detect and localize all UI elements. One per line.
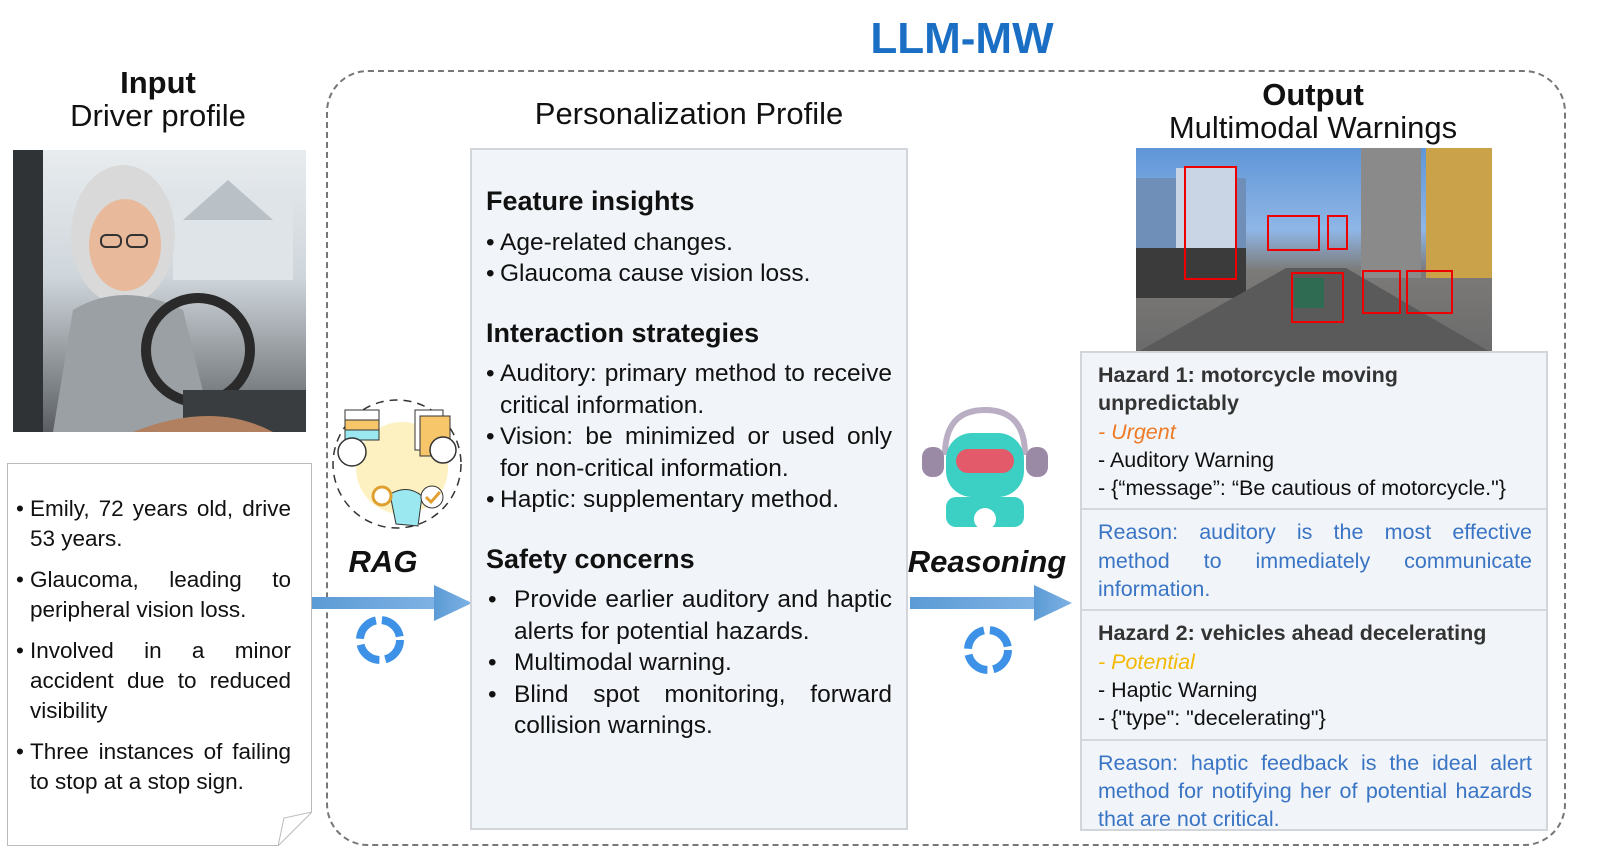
profile-item: • Vision: be minimized or used only for n…	[486, 423, 892, 482]
input-heading-group: Input Driver profile	[0, 66, 316, 132]
interaction-strategies-section: Interaction strategies • Auditory: primar…	[486, 318, 892, 516]
output-subheading: Multimodal Warnings	[1168, 110, 1458, 145]
detection-box	[1362, 270, 1401, 314]
cycle-icon	[356, 616, 404, 664]
detection-box	[1267, 215, 1320, 251]
note-item: • Glaucoma, leading to peripheral vision …	[16, 567, 291, 622]
hazard-mode: - Haptic Warning	[1098, 677, 1258, 702]
hazard-mode: - Auditory Warning	[1098, 447, 1275, 472]
hazard-level: - Potential	[1098, 649, 1195, 674]
feature-insights-section: Feature insights • Age-related changes. •…	[486, 186, 892, 290]
profile-item: • Auditory: primary method to receive cri…	[486, 360, 892, 419]
note-item: • Three instances of failing to stop at a…	[16, 739, 291, 794]
note-item: • Involved in a minor accident due to red…	[16, 638, 291, 723]
profile-item: • Glaucoma cause vision loss.	[486, 260, 811, 287]
street-scene-image	[1136, 148, 1492, 353]
hazard-title: Hazard 2: vehicles ahead decelerating	[1098, 621, 1487, 646]
detection-box	[1184, 166, 1237, 280]
page-fold-icon	[278, 812, 312, 846]
robot-headset-icon	[922, 406, 1048, 530]
hazard-2-reason: Reason: haptic feedback is the ideal ale…	[1098, 750, 1532, 832]
profile-item: • Haptic: supplementary method.	[486, 486, 840, 513]
reasoning-label: Reasoning	[907, 544, 1067, 579]
output-heading-group: Output Multimodal Warnings	[1120, 78, 1506, 144]
section-title: Safety concerns	[486, 543, 695, 574]
profile-item: • Blind spot monitoring, forward collisio…	[488, 680, 892, 740]
output-heading: Output	[1262, 77, 1364, 112]
note-item: • Emily, 72 years old, drive 53 years.	[16, 496, 291, 551]
personalization-profile-panel: Feature insights • Age-related changes. •…	[470, 148, 908, 830]
multimodal-warnings-panel: Hazard 1: motorcycle moving unpredictabl…	[1080, 351, 1548, 831]
profile-item: • Multimodal warning.	[488, 649, 732, 676]
driver-profile-note: • Emily, 72 years old, drive 53 years. • G…	[7, 463, 312, 846]
hazard-2: Hazard 2: vehicles ahead decelerating - …	[1082, 611, 1546, 741]
hazard-payload: - {“message”: “Be cautious of motorcycle…	[1098, 476, 1506, 501]
detection-box	[1406, 270, 1453, 314]
hazard-1-reason: Reason: auditory is the most effective m…	[1082, 510, 1546, 612]
section-title: Interaction strategies	[486, 317, 760, 348]
hazard-payload: - {"type": "decelerating"}	[1098, 706, 1326, 731]
profile-heading: Personalization Profile	[534, 96, 844, 131]
input-subheading: Driver profile	[70, 98, 246, 133]
profile-item: • Age-related changes.	[486, 228, 733, 256]
profile-item: • Provide earlier auditory and haptic ale…	[488, 586, 892, 645]
input-heading: Input	[120, 65, 196, 100]
detection-box	[1291, 272, 1344, 323]
safety-concerns-section: Safety concerns • Provide earlier auditor…	[486, 544, 892, 742]
rag-knowledge-icon	[332, 399, 462, 529]
hazard-1: Hazard 1: motorcycle moving unpredictabl…	[1082, 353, 1546, 511]
cycle-icon	[964, 626, 1012, 674]
hazard-title: Hazard 1: motorcycle moving unpredictabl…	[1098, 363, 1398, 416]
detection-box	[1327, 215, 1348, 250]
hazard-level: - Urgent	[1098, 419, 1176, 444]
section-title: Feature insights	[486, 186, 695, 216]
driver-photo	[13, 150, 306, 432]
main-title: LLM-MW	[870, 14, 1054, 63]
driver-illustration	[13, 150, 306, 432]
rag-label: RAG	[348, 544, 418, 579]
reasoning-arrow	[910, 585, 1072, 621]
